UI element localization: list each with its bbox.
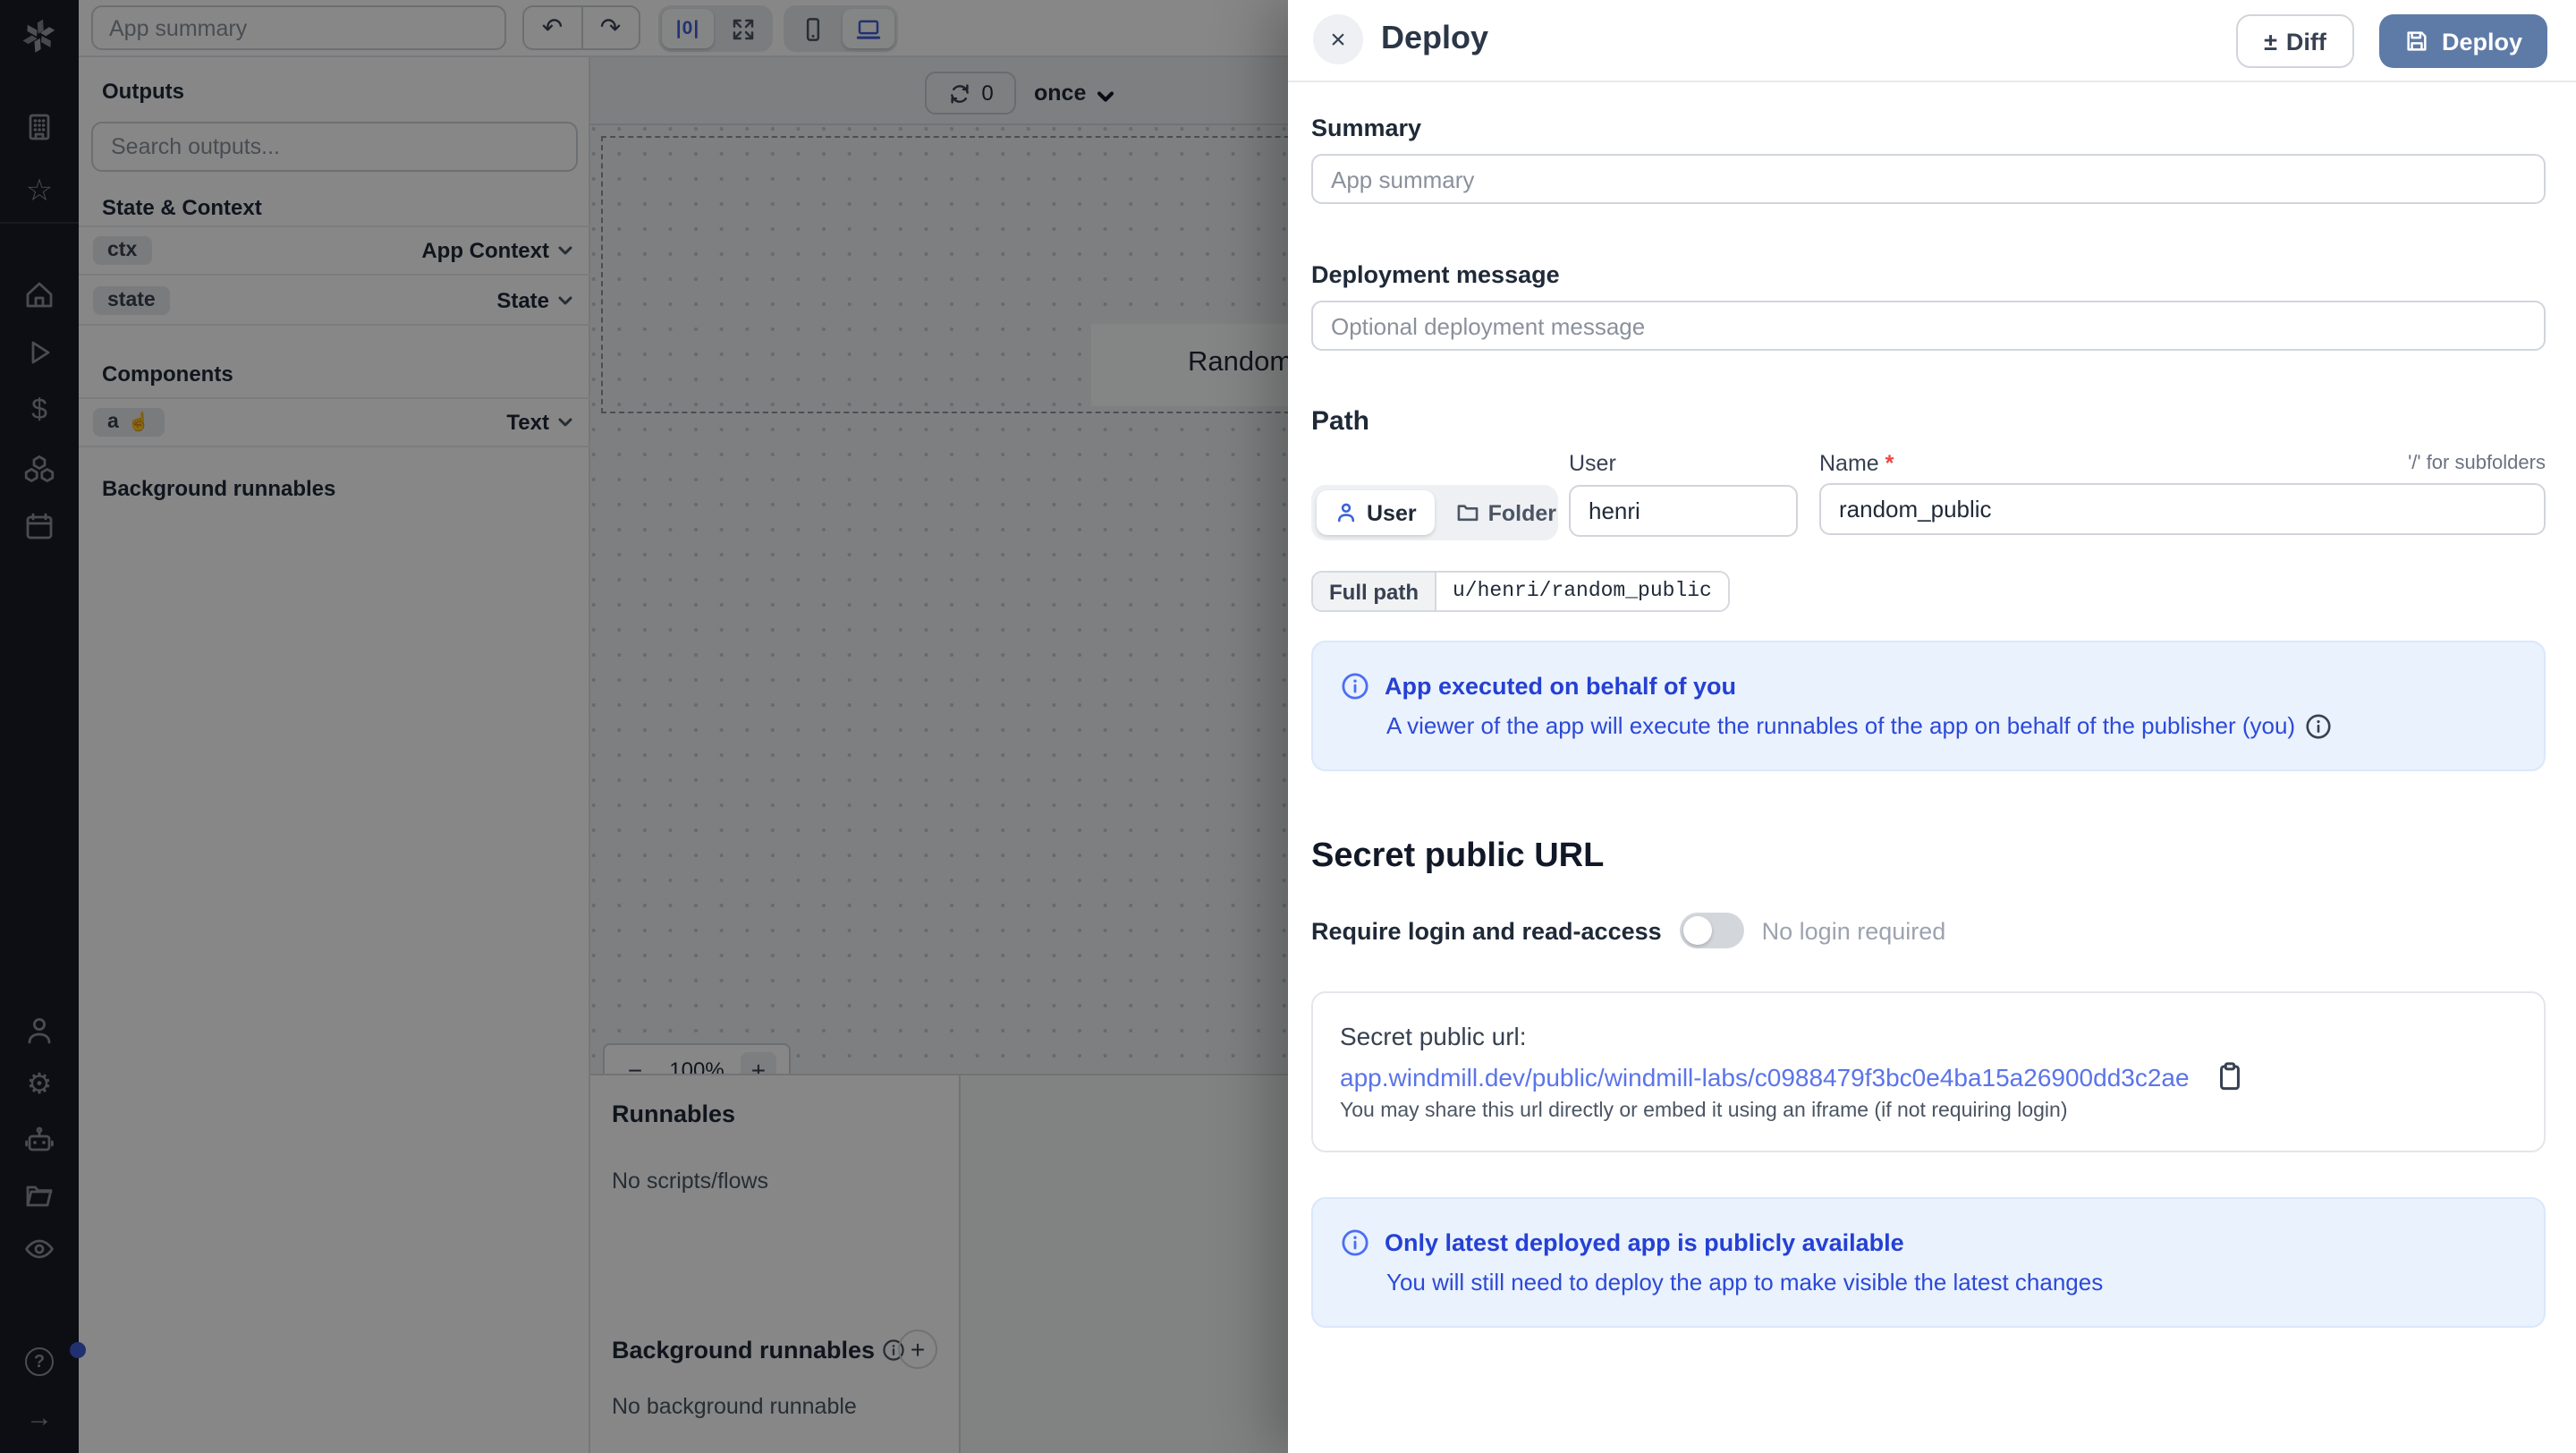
deployment-message-input[interactable]	[1311, 301, 2546, 351]
deploy-drawer-header: × Deploy ±Diff Deploy	[1288, 0, 2576, 82]
app-window: ☆ $ ⚙ ? →	[0, 0, 2576, 1453]
secret-url-label: Secret public url:	[1340, 1022, 2517, 1050]
latest-info-title: Only latest deployed app is publicly ava…	[1385, 1229, 1904, 1256]
full-path-value: u/henri/random_public	[1436, 573, 1728, 610]
required-asterisk: *	[1885, 451, 1894, 476]
latest-info-body: You will still need to deploy the app to…	[1386, 1269, 2103, 1296]
full-path-label: Full path	[1313, 573, 1436, 610]
exec-info-title: App executed on behalf of you	[1385, 673, 1736, 700]
secret-url-title: Secret public URL	[1311, 837, 2546, 877]
require-login-toggle[interactable]	[1680, 913, 1744, 948]
user-tab-icon	[1335, 501, 1358, 524]
folder-tab[interactable]: Folder	[1438, 490, 1574, 535]
close-button[interactable]: ×	[1313, 14, 1363, 64]
path-label: Path	[1311, 406, 2546, 437]
plus-minus-icon: ±	[2264, 28, 2277, 55]
copy-clipboard-icon[interactable]	[2215, 1061, 2245, 1092]
full-path-display: Full path u/henri/random_public	[1311, 571, 1730, 612]
login-state-text: No login required	[1762, 917, 1946, 944]
toggle-knob	[1683, 916, 1712, 945]
deploy-title: Deploy	[1381, 20, 1488, 57]
path-user-label: User	[1569, 451, 1616, 476]
secret-url-link[interactable]: app.windmill.dev/public/windmill-labs/c0…	[1340, 1062, 2190, 1091]
info-icon	[1342, 673, 1368, 700]
subfolder-hint: '/' for subfolders	[2408, 453, 2546, 474]
diff-button[interactable]: ±Diff	[2236, 14, 2354, 68]
save-icon	[2404, 29, 2429, 54]
close-icon: ×	[1330, 24, 1346, 55]
deploy-summary-input[interactable]	[1311, 154, 2546, 204]
path-owner-tabs: User Folder	[1311, 485, 1558, 540]
deploy-drawer-content: Summary Deployment message Path User Nam…	[1311, 82, 2546, 1328]
exec-info-box: App executed on behalf of you A viewer o…	[1311, 641, 2546, 771]
deploy-drawer: × Deploy ±Diff Deploy Summary Deployment…	[1288, 0, 2576, 1453]
summary-label: Summary	[1311, 115, 2546, 141]
secret-url-box: Secret public url: app.windmill.dev/publ…	[1311, 991, 2546, 1152]
require-login-label: Require login and read-access	[1311, 917, 1662, 944]
user-tab[interactable]: User	[1317, 490, 1435, 535]
latest-info-box: Only latest deployed app is publicly ava…	[1311, 1197, 2546, 1328]
share-hint-text: You may share this url directly or embed…	[1340, 1100, 2517, 1122]
deployment-message-label: Deployment message	[1311, 261, 2546, 288]
deploy-button[interactable]: Deploy	[2379, 14, 2547, 68]
path-name-label: Name *	[1819, 451, 1894, 476]
modal-overlay[interactable]	[0, 0, 1288, 1453]
info-icon	[1342, 1229, 1368, 1256]
require-login-row: Require login and read-access No login r…	[1311, 913, 2546, 948]
info-icon[interactable]	[2306, 713, 2331, 738]
path-user-input[interactable]	[1569, 485, 1798, 537]
path-name-input[interactable]	[1819, 483, 2546, 535]
exec-info-body: A viewer of the app will execute the run…	[1386, 712, 2295, 739]
folder-tab-icon	[1456, 501, 1479, 524]
